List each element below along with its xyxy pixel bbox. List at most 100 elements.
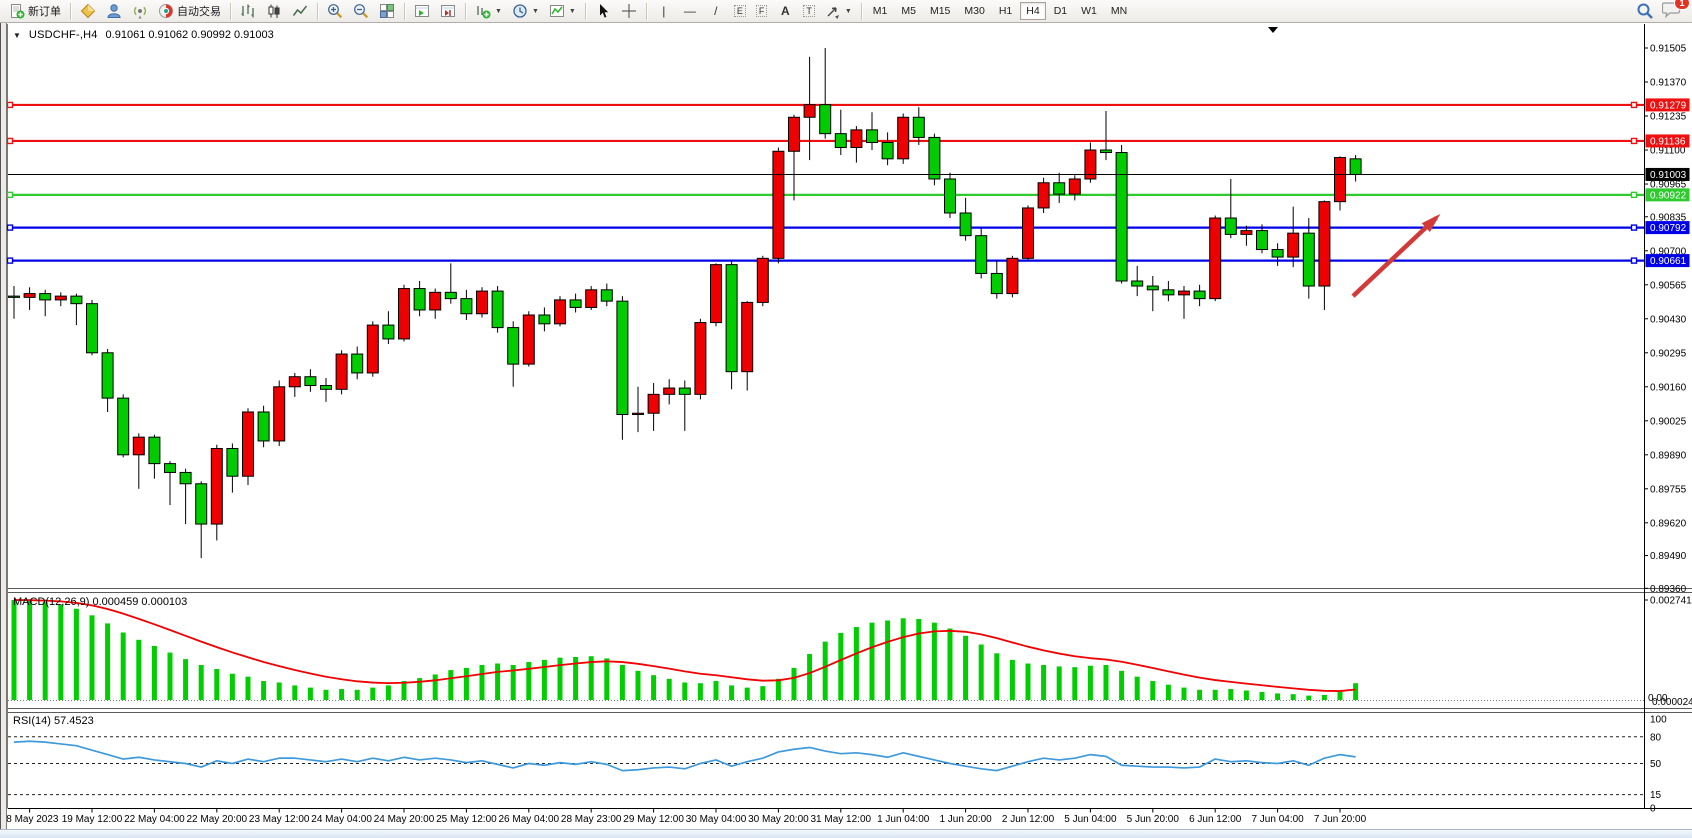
auto-trading-icon — [158, 3, 174, 19]
price-badge-0.91003: 0.91003 — [1646, 168, 1690, 181]
text-tool-icon: A — [777, 4, 793, 18]
cursor-tool-button[interactable] — [590, 0, 616, 23]
toolbar-separator — [585, 3, 586, 20]
text-tool[interactable]: A — [772, 0, 798, 23]
svg-text:22 May 04:00: 22 May 04:00 — [124, 814, 185, 825]
timeframe-button-m1[interactable]: M1 — [867, 2, 894, 20]
crosshair-tool-button[interactable] — [616, 0, 642, 23]
svg-text:0.90792: 0.90792 — [1650, 223, 1687, 234]
auto-trading-button[interactable]: 自动交易 — [153, 0, 226, 23]
text-label-icon: T — [803, 5, 815, 17]
timeframe-button-d1[interactable]: D1 — [1048, 2, 1073, 20]
bar-chart-button[interactable] — [235, 0, 261, 23]
auto-trading-label: 自动交易 — [177, 3, 221, 19]
svg-text:23 May 12:00: 23 May 12:00 — [249, 814, 310, 825]
notification-count-badge: 1 — [1674, 0, 1690, 10]
cursor-icon — [595, 3, 611, 19]
arrange-charts-icon — [414, 3, 430, 19]
svg-text:0.91136: 0.91136 — [1650, 136, 1686, 147]
timeframe-button-mn[interactable]: MN — [1105, 2, 1133, 20]
gold-diamond-icon — [80, 3, 96, 19]
fibonacci-tool[interactable]: F — [751, 0, 773, 23]
price-badge-0.91136: 0.91136 — [1646, 134, 1690, 147]
svg-text:30 May 04:00: 30 May 04:00 — [686, 814, 747, 825]
svg-text:7 Jun 20:00: 7 Jun 20:00 — [1314, 814, 1367, 825]
new-chart-dropdown[interactable]: ▼ — [470, 0, 507, 23]
zoom-out-button[interactable] — [348, 0, 374, 23]
arrows-dropdown[interactable]: ▼ — [820, 0, 857, 23]
svg-text:1 Jun 20:00: 1 Jun 20:00 — [939, 814, 992, 825]
dropdown-arrow-icon: ▼ — [495, 8, 502, 15]
toolbar-separator — [404, 3, 405, 20]
trendline-icon: / — [708, 4, 724, 18]
bar-chart-icon — [240, 3, 256, 19]
ohlc-values: 0.91061 0.91062 0.90992 0.91003 — [106, 29, 274, 41]
svg-text:0: 0 — [1650, 804, 1656, 815]
timeframe-button-h4[interactable]: H4 — [1020, 2, 1045, 20]
line-chart-button[interactable] — [287, 0, 313, 23]
svg-text:80: 80 — [1650, 732, 1662, 743]
rsi-label: RSI(14) 57.4523 — [13, 715, 94, 727]
arrange-charts-button[interactable] — [409, 0, 435, 23]
profile-button[interactable] — [101, 0, 127, 23]
dropdown-arrow-icon: ▼ — [845, 8, 852, 15]
toolbar-right-group: 1 — [1636, 0, 1682, 23]
svg-text:15: 15 — [1650, 790, 1662, 801]
indicators-dropdown[interactable]: ▼ — [544, 0, 581, 23]
vertical-line-icon: | — [656, 4, 672, 18]
price-badge-0.90922: 0.90922 — [1646, 188, 1690, 201]
horizontal-line-tool[interactable]: — — [677, 0, 703, 23]
svg-text:0.90160: 0.90160 — [1650, 382, 1687, 393]
svg-text:19 May 12:00: 19 May 12:00 — [62, 814, 123, 825]
svg-text:50: 50 — [1650, 759, 1662, 770]
svg-text:0.91235: 0.91235 — [1650, 112, 1687, 123]
profiles-dropdown[interactable]: ▼ — [507, 0, 544, 23]
timeframe-button-w1[interactable]: W1 — [1075, 2, 1103, 20]
svg-text:24 May 04:00: 24 May 04:00 — [311, 814, 372, 825]
symbol-name: USDCHF-,H4 — [29, 29, 98, 41]
svg-text:24 May 20:00: 24 May 20:00 — [374, 814, 435, 825]
toolbar-separator — [317, 3, 318, 20]
zoom-in-button[interactable] — [322, 0, 348, 23]
timeframe-button-m30[interactable]: M30 — [958, 2, 990, 20]
timeframe-button-m5[interactable]: M5 — [895, 2, 922, 20]
svg-text:18 May 2023: 18 May 2023 — [1, 814, 59, 825]
tile-windows-button[interactable] — [374, 0, 400, 23]
arrows-tool-icon — [825, 3, 841, 19]
person-icon — [106, 3, 122, 19]
notifications-button[interactable]: 1 — [1662, 0, 1682, 23]
chart-canvas[interactable]: 0.915050.913700.912350.911000.909650.908… — [0, 0, 1692, 838]
toolbar-separator — [861, 3, 862, 20]
vertical-line-tool[interactable]: | — [651, 0, 677, 23]
svg-text:0.0000247: 0.0000247 — [1652, 697, 1692, 708]
signal-waves-icon — [132, 3, 148, 19]
svg-text:0.89490: 0.89490 — [1650, 551, 1687, 562]
svg-text:22 May 20:00: 22 May 20:00 — [186, 814, 247, 825]
timeframe-button-m15[interactable]: M15 — [924, 2, 956, 20]
trendline-tool[interactable]: / — [703, 0, 729, 23]
svg-text:26 May 04:00: 26 May 04:00 — [498, 814, 559, 825]
indicators-icon — [549, 3, 565, 19]
signals-button[interactable] — [127, 0, 153, 23]
equidistant-channel-tool[interactable]: E — [729, 0, 751, 23]
market-button[interactable] — [75, 0, 101, 23]
text-label-tool[interactable]: T — [798, 0, 820, 23]
svg-text:0.90025: 0.90025 — [1650, 416, 1687, 427]
search-icon[interactable] — [1636, 2, 1654, 20]
new-order-button[interactable]: 新订单 — [4, 0, 66, 23]
svg-text:0.90661: 0.90661 — [1650, 256, 1687, 267]
zoom-in-icon — [327, 3, 343, 19]
new-order-icon — [9, 3, 25, 19]
timeframe-button-h1[interactable]: H1 — [993, 2, 1018, 20]
symbol-dropdown-icon[interactable]: ▼ — [13, 31, 21, 40]
svg-text:7 Jun 04:00: 7 Jun 04:00 — [1251, 814, 1304, 825]
candlestick-chart-button[interactable] — [261, 0, 287, 23]
svg-text:2 Jun 12:00: 2 Jun 12:00 — [1002, 814, 1055, 825]
price-badge-0.90792: 0.90792 — [1646, 221, 1690, 234]
bottom-strip — [0, 829, 1692, 838]
svg-text:25 May 12:00: 25 May 12:00 — [436, 814, 497, 825]
svg-text:0.91003: 0.91003 — [1650, 170, 1687, 181]
new-chart-icon — [475, 3, 491, 19]
step-forward-button[interactable] — [435, 0, 461, 23]
svg-text:0.90565: 0.90565 — [1650, 280, 1687, 291]
